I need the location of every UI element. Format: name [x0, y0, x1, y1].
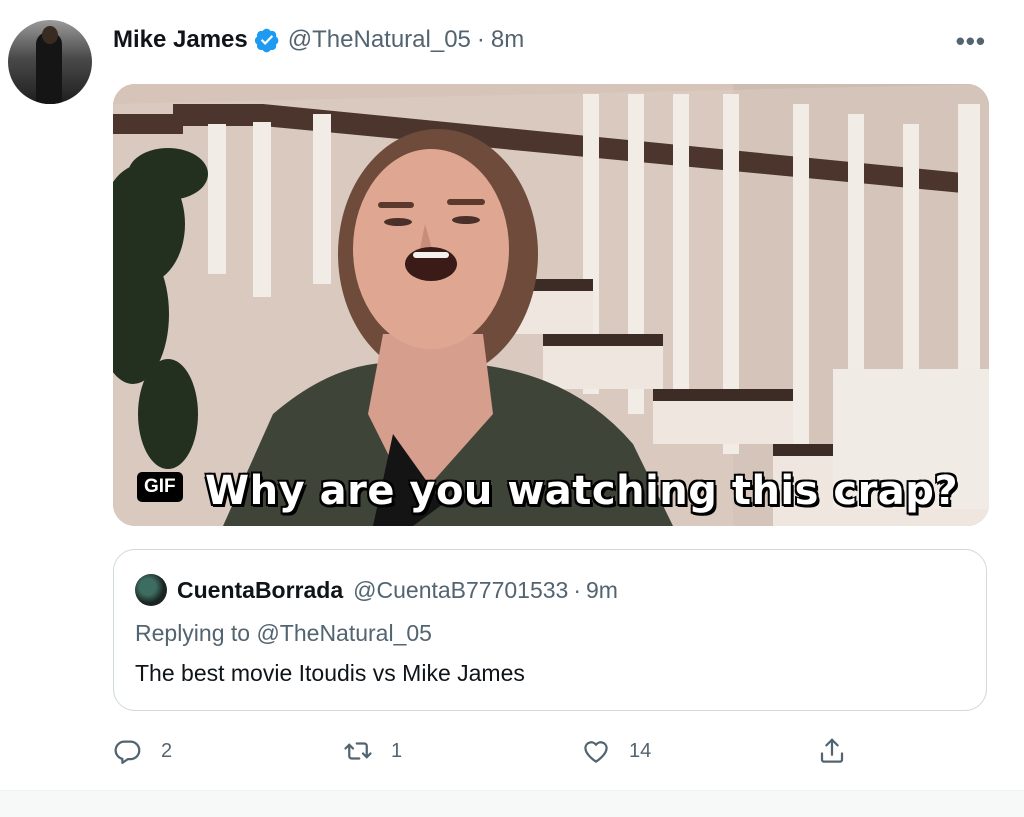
- quoted-tweet-header: CuentaBorrada @CuentaB77701533 · 9m: [135, 574, 618, 606]
- retweet-button[interactable]: 1: [343, 736, 402, 766]
- heart-icon: [584, 741, 608, 763]
- meta-separator: ·: [476, 26, 485, 53]
- author-handle[interactable]: @TheNatural_05: [288, 26, 471, 54]
- reply-icon: [114, 740, 141, 764]
- retweet-count: 1: [391, 739, 403, 762]
- reply-count: 2: [161, 739, 173, 762]
- more-options-button[interactable]: •••: [956, 26, 986, 57]
- tweet-action-bar: 2 1 14: [113, 736, 873, 766]
- quoted-timestamp: 9m: [586, 576, 618, 603]
- quoted-author-name: CuentaBorrada: [177, 576, 344, 603]
- gif-caption-text: Why are you watching this crap?: [205, 468, 959, 514]
- author-avatar[interactable]: [8, 20, 92, 104]
- timeline-divider: [0, 790, 1024, 817]
- quoted-meta-separator: ·: [573, 576, 582, 603]
- tweet-header: Mike James @TheNatural_05 · 8m: [113, 24, 524, 56]
- gif-media[interactable]: GIF Why are you watching this crap?: [113, 84, 989, 526]
- avatar-head: [42, 26, 58, 44]
- quoted-author-avatar: [135, 574, 167, 606]
- share-icon: [820, 738, 844, 763]
- verified-badge-icon: [254, 28, 279, 53]
- quoted-author-handle: @CuentaB77701533: [353, 576, 569, 603]
- share-button[interactable]: [817, 736, 865, 766]
- quoted-replying-to: Replying to @TheNatural_05: [135, 620, 432, 646]
- gif-frame-illustration: [113, 84, 989, 526]
- like-button[interactable]: 14: [581, 736, 651, 766]
- author-name[interactable]: Mike James: [113, 26, 248, 54]
- tweet-timestamp[interactable]: 8m: [491, 26, 524, 54]
- quoted-tweet-text: The best movie Itoudis vs Mike James: [135, 660, 525, 686]
- gif-badge: GIF: [137, 472, 183, 502]
- retweet-icon: [344, 742, 372, 760]
- like-count: 14: [629, 739, 652, 762]
- quoted-tweet[interactable]: CuentaBorrada @CuentaB77701533 · 9m Repl…: [113, 549, 987, 711]
- reply-button[interactable]: 2: [113, 736, 172, 766]
